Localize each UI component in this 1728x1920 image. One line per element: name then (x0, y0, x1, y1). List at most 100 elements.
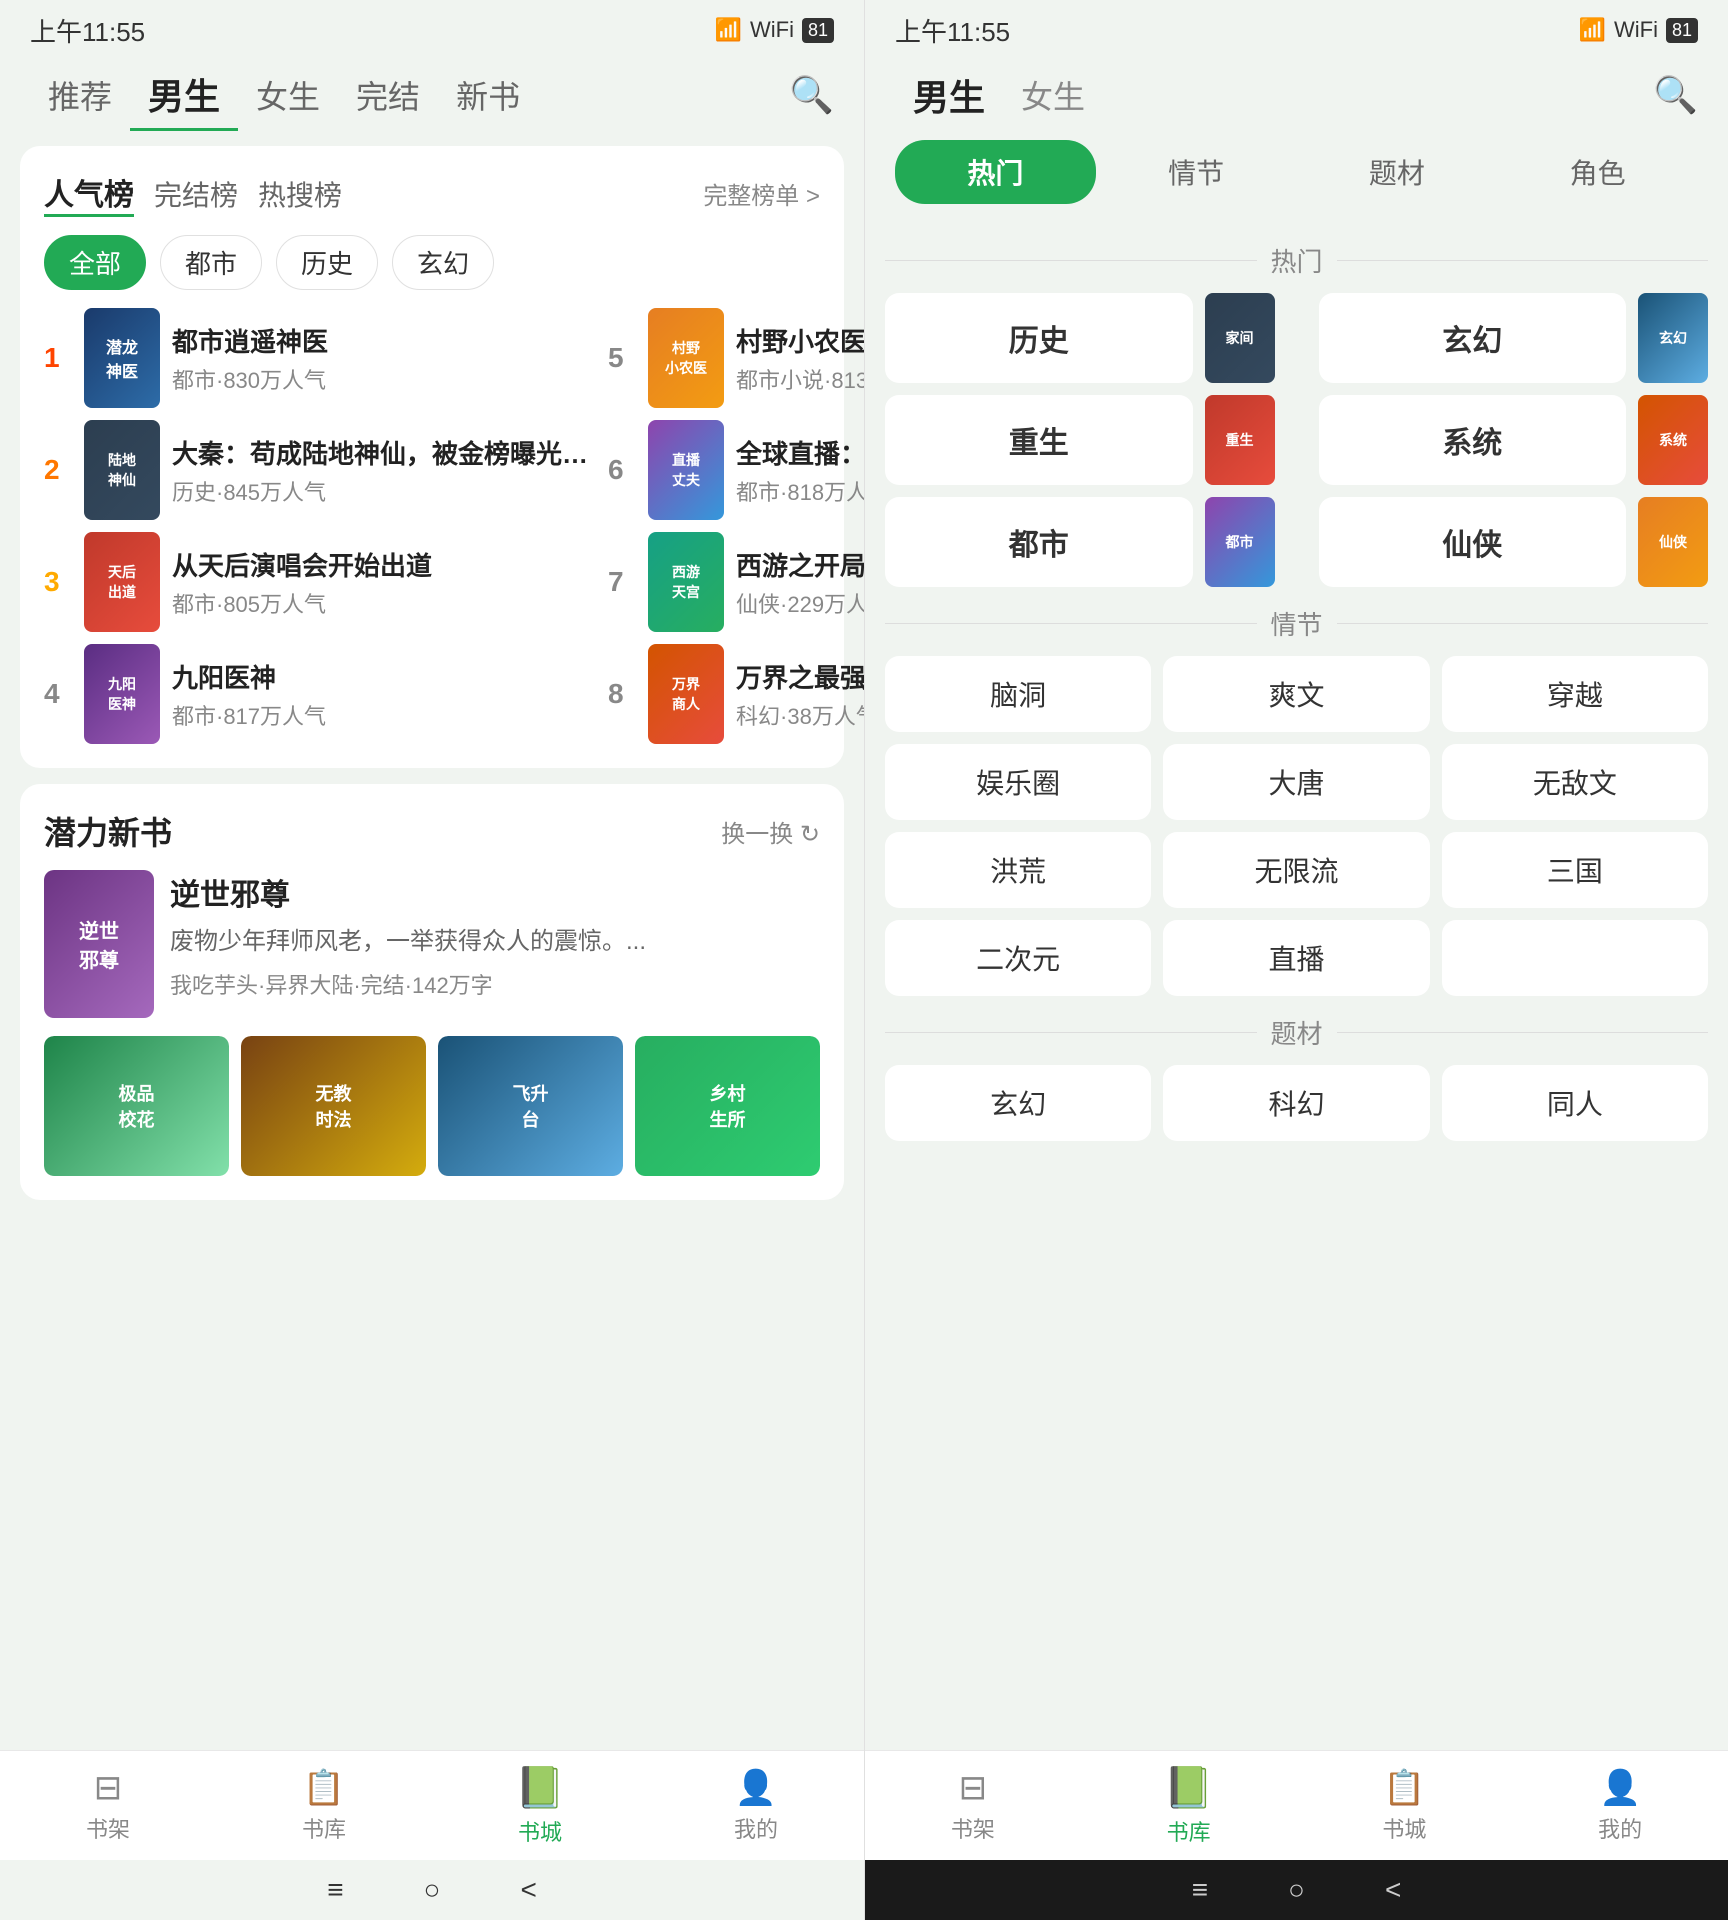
genre-cell-urban[interactable]: 都市 (885, 497, 1193, 587)
right-tab-library[interactable]: 📗 书库 (1081, 1764, 1297, 1847)
rank-list: 1 潜龙 神医 都市逍遥神医 都市·830万人气 5 村野小农医 村野 (44, 308, 820, 744)
cat-tab-plot[interactable]: 情节 (1096, 140, 1297, 204)
rank-item-3[interactable]: 3 天后出道 从天后演唱会开始出道 都市·805万人气 (44, 532, 588, 632)
genre-thumb-urban: 都市 (1205, 497, 1275, 587)
rank-cover-2: 陆地神仙 (84, 420, 160, 520)
right-sys-back-icon[interactable]: < (1385, 1874, 1401, 1906)
rank-sub-2: 历史·845万人气 (172, 475, 588, 507)
cat-tab-genre[interactable]: 题材 (1297, 140, 1498, 204)
tag-chuanyue[interactable]: 穿越 (1442, 656, 1708, 732)
filter-fantasy[interactable]: 玄幻 (392, 235, 494, 290)
right-wifi-icon: WiFi (1614, 17, 1658, 43)
rank-item-1[interactable]: 1 潜龙 神医 都市逍遥神医 都市·830万人气 (44, 308, 588, 408)
rank-tab-hot-search[interactable]: 热搜榜 (258, 174, 342, 214)
nav-item-male[interactable]: 男生 (130, 60, 238, 131)
right-tab-mine[interactable]: 👤 我的 (1512, 1768, 1728, 1844)
tag-kehuan[interactable]: 科幻 (1163, 1065, 1429, 1141)
ticai-divider-line-left (885, 1032, 1257, 1033)
rank-full-list-link[interactable]: 完整榜单 > (703, 176, 820, 211)
tag-tongren[interactable]: 同人 (1442, 1065, 1708, 1141)
tag-sanguo[interactable]: 三国 (1442, 832, 1708, 908)
potential-section-title: 潜力新书 (44, 808, 172, 854)
rank-info-8: 万界之最强商… 科幻·38万人气 (736, 658, 864, 731)
tag-honghuang[interactable]: 洪荒 (885, 832, 1151, 908)
tag-naodong[interactable]: 脑洞 (885, 656, 1151, 732)
tag-xuanhuan[interactable]: 玄幻 (885, 1065, 1151, 1141)
tag-erciyuan[interactable]: 二次元 (885, 920, 1151, 996)
featured-book[interactable]: 逆世邪尊 逆世邪尊 废物少年拜师风老，一举获得众人的震惊。... 我吃芋头·异界… (44, 870, 820, 1018)
rank-info-1: 都市逍遥神医 都市·830万人气 (172, 322, 588, 395)
ticai-divider-line-right (1337, 1032, 1709, 1033)
rank-cover-8: 万界商人 (648, 644, 724, 744)
left-tab-bookshelf[interactable]: ⊟ 书架 (0, 1768, 216, 1844)
rank-item-7[interactable]: 7 西游天宫 西游之开局拒绝闹天宫 仙侠·229万人气 (608, 532, 864, 632)
sys-menu-icon[interactable]: ≡ (327, 1874, 343, 1906)
rank-item-2[interactable]: 2 陆地神仙 大秦：苟成陆地神仙，被金榜曝光… 历史·845万人气 (44, 420, 588, 520)
genre-thumb-xianxia: 仙侠 (1638, 497, 1708, 587)
rank-tab-completed[interactable]: 完结榜 (154, 174, 238, 214)
genre-thumb-fantasy: 玄幻 (1638, 293, 1708, 383)
small-book-cover-4: 乡村生所 (635, 1036, 820, 1176)
right-bookshelf-label: 书架 (951, 1812, 995, 1844)
nav-item-completed[interactable]: 完结 (338, 64, 438, 126)
right-search-icon[interactable]: 🔍 (1653, 74, 1698, 116)
rank-title-8: 万界之最强商… (736, 658, 864, 695)
genre-cell-history[interactable]: 历史 (885, 293, 1193, 383)
rank-title-6: 全球直播：竟光了我丈夫的… (736, 434, 864, 471)
small-books-row: 极品校花 无教时法 飞升台 乡村生所 (44, 1036, 820, 1176)
small-book-4[interactable]: 乡村生所 (635, 1036, 820, 1176)
rank-tab-popular[interactable]: 人气榜 (44, 170, 134, 217)
rank-item-5[interactable]: 5 村野小农医 村野小农医 都市小说·813万 (608, 308, 864, 408)
genre-cell-rebirth[interactable]: 重生 (885, 395, 1193, 485)
left-tab-store[interactable]: 📗 书城 (432, 1764, 648, 1847)
tag-shuangwen[interactable]: 爽文 (1163, 656, 1429, 732)
filter-urban[interactable]: 都市 (160, 235, 262, 290)
mine-label: 我的 (734, 1812, 778, 1844)
tag-wudiwen[interactable]: 无敌文 (1442, 744, 1708, 820)
tag-zhibo[interactable]: 直播 (1163, 920, 1429, 996)
rank-item-4[interactable]: 4 九阳医神 九阳医神 都市·817万人气 (44, 644, 588, 744)
right-sys-menu-icon[interactable]: ≡ (1192, 1874, 1208, 1906)
rank-item-6[interactable]: 6 直播丈夫 全球直播：竟光了我丈夫的… 都市·818万人气 (608, 420, 864, 520)
sys-back-icon[interactable]: < (520, 1874, 536, 1906)
small-book-2[interactable]: 无教时法 (241, 1036, 426, 1176)
right-nav-male[interactable]: 男生 (895, 61, 1003, 129)
genre-cell-xianxia[interactable]: 仙侠 (1319, 497, 1627, 587)
small-book-cover-3: 飞升台 (438, 1036, 623, 1176)
tag-yulequan[interactable]: 娱乐圈 (885, 744, 1151, 820)
cat-tab-character[interactable]: 角色 (1497, 140, 1698, 204)
rank-number-2: 2 (44, 454, 72, 486)
genre-cell-fantasy[interactable]: 玄幻 (1319, 293, 1627, 383)
right-tab-bookshelf[interactable]: ⊟ 书架 (865, 1768, 1081, 1844)
tag-wuxianliu[interactable]: 无限流 (1163, 832, 1429, 908)
left-tab-mine[interactable]: 👤 我的 (648, 1768, 864, 1844)
right-nav-bar: 男生 女生 🔍 (865, 60, 1728, 130)
filter-all[interactable]: 全部 (44, 235, 146, 290)
rank-sub-6: 都市·818万人气 (736, 475, 864, 507)
right-content: 热门 历史 家间 玄幻 玄幻 重生 重生 系统 系统 都市 都市 仙侠 仙侠 (865, 214, 1728, 1750)
sys-home-icon[interactable]: ○ (424, 1874, 441, 1906)
ticai-divider-label: 题材 (1271, 1014, 1323, 1051)
left-tab-library[interactable]: 📋 书库 (216, 1768, 432, 1844)
right-tab-bar: ⊟ 书架 📗 书库 📋 书城 👤 我的 (865, 1750, 1728, 1860)
nav-item-female[interactable]: 女生 (238, 64, 338, 126)
small-book-3[interactable]: 飞升台 (438, 1036, 623, 1176)
store-label: 书城 (518, 1815, 562, 1847)
potential-refresh-action[interactable]: 换一换 ↻ (721, 814, 820, 849)
right-tab-store[interactable]: 📋 书城 (1297, 1768, 1513, 1844)
filter-history[interactable]: 历史 (276, 235, 378, 290)
cat-tab-hot[interactable]: 热门 (895, 140, 1096, 204)
left-search-icon[interactable]: 🔍 (789, 74, 834, 116)
tag-datang[interactable]: 大唐 (1163, 744, 1429, 820)
right-sys-home-icon[interactable]: ○ (1288, 1874, 1305, 1906)
rank-number-7: 7 (608, 566, 636, 598)
nav-item-recommend[interactable]: 推荐 (30, 64, 130, 126)
rank-cover-img-8: 万界商人 (648, 644, 724, 744)
genre-cell-system[interactable]: 系统 (1319, 395, 1627, 485)
right-nav-female[interactable]: 女生 (1003, 64, 1103, 126)
featured-info: 逆世邪尊 废物少年拜师风老，一举获得众人的震惊。... 我吃芋头·异界大陆·完结… (170, 870, 820, 1018)
nav-item-new[interactable]: 新书 (438, 64, 538, 126)
rank-item-8[interactable]: 8 万界商人 万界之最强商… 科幻·38万人气 (608, 644, 864, 744)
small-book-1[interactable]: 极品校花 (44, 1036, 229, 1176)
rank-info-6: 全球直播：竟光了我丈夫的… 都市·818万人气 (736, 434, 864, 507)
